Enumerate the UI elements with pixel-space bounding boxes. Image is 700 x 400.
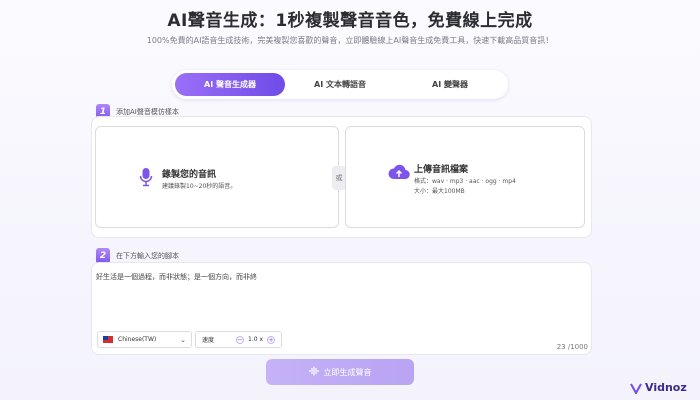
or-divider: 或: [332, 166, 346, 190]
language-select[interactable]: Chinese(TW) ⌄: [97, 331, 192, 348]
speed-decrease-button[interactable]: −: [236, 335, 244, 344]
speed-increase-button[interactable]: +: [267, 335, 275, 344]
language-value: Chinese(TW): [118, 336, 157, 343]
brand-name: Vidnoz: [645, 381, 687, 394]
upload-formats: 格式：wav · mp3 · aac · ogg · mp4: [414, 178, 516, 185]
upload-size-limit: 大小：最大100MB: [414, 188, 465, 195]
page-title: AI聲音生成：1秒複製聲音音色，免費線上完成: [167, 11, 533, 31]
cloud-upload-icon: [388, 163, 410, 185]
vidnoz-logo[interactable]: Vidnoz: [630, 381, 687, 394]
character-counter: 23 /1000: [556, 343, 588, 351]
tab-ai-voice-changer[interactable]: AI 變聲器: [395, 73, 505, 96]
upload-audio-card[interactable]: 上傳音訊檔案 格式：wav · mp3 · aac · ogg · mp4 大小…: [345, 126, 585, 228]
record-audio-hint: 建議錄製10~20秒的語音。: [162, 183, 237, 190]
chevron-down-icon: ⌄: [180, 335, 186, 344]
page-subtitle: 100%免費的AI語音生成技術，完美複製您喜歡的聲音，立即體驗線上AI聲音生成免…: [146, 36, 554, 45]
generate-voice-label: 立即生成聲音: [323, 367, 372, 377]
record-audio-card[interactable]: 錄製您的音訊 建議錄製10~20秒的語音。: [95, 126, 339, 228]
tab-ai-text-to-speech[interactable]: AI 文本轉語音: [285, 73, 395, 96]
vidnoz-logo-icon: [630, 383, 642, 394]
tab-ai-voice-generator[interactable]: AI 聲音生成器: [175, 73, 285, 96]
speed-control: 速度 − 1.0 x +: [195, 331, 282, 348]
taiwan-flag-icon: [103, 336, 113, 343]
upload-audio-title: 上傳音訊檔案: [414, 165, 469, 175]
soundwave-icon: [308, 366, 319, 378]
generate-voice-button[interactable]: 立即生成聲音: [266, 359, 414, 385]
record-audio-title: 錄製您的音訊: [162, 170, 217, 180]
tool-tabs: AI 聲音生成器 AI 文本轉語音 AI 變聲器: [172, 70, 508, 99]
script-input-text[interactable]: 好生活是一個過程，而非狀態；是一個方向，而非終: [96, 272, 257, 282]
speed-label: 速度: [202, 337, 215, 344]
microphone-icon: [139, 167, 153, 191]
step-2-label: 在下方輸入您的腳本: [116, 252, 179, 260]
speed-value: 1.0 x: [248, 336, 263, 343]
